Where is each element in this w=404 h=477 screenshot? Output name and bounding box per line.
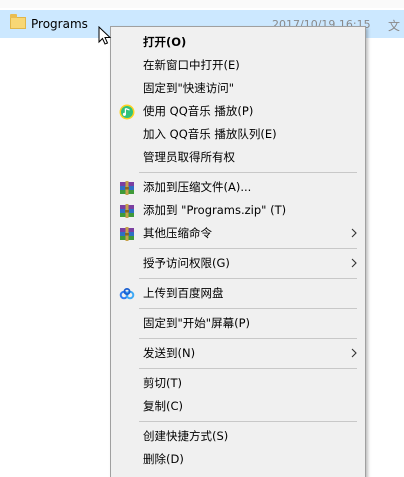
chevron-right-icon	[351, 258, 357, 268]
context-menu: 打开(O) 在新窗口中打开(E) 固定到"快速访问" 使用 QQ音乐 播放(P)…	[110, 26, 366, 477]
winrar-icon	[120, 227, 134, 241]
menu-item-take-ownership[interactable]: 管理员取得所有权	[111, 146, 365, 169]
menu-item-cut[interactable]: 剪切(T)	[111, 372, 365, 395]
menu-separator	[139, 248, 357, 249]
menu-item-label: 发送到(N)	[143, 346, 196, 360]
menu-separator	[139, 368, 357, 369]
menu-separator	[139, 278, 357, 279]
chevron-right-icon	[351, 348, 357, 358]
screen: Programs 2017/10/19 16:15 文 打开(O) 在新窗口中打…	[0, 0, 404, 477]
menu-item-open-new-window[interactable]: 在新窗口中打开(E)	[111, 54, 365, 77]
menu-item-copy[interactable]: 复制(C)	[111, 395, 365, 418]
file-type: 文	[388, 19, 401, 33]
menu-item-pin-start[interactable]: 固定到"开始"屏幕(P)	[111, 312, 365, 335]
menu-item-add-zip[interactable]: 添加到 "Programs.zip" (T)	[111, 199, 365, 222]
menu-item-add-archive[interactable]: 添加到压缩文件(A)...	[111, 176, 365, 199]
winrar-icon	[120, 204, 134, 218]
winrar-icon	[120, 181, 134, 195]
folder-icon	[10, 14, 26, 29]
menu-item-grant-access[interactable]: 授予访问权限(G)	[111, 252, 365, 275]
menu-separator	[139, 172, 357, 173]
chevron-right-icon	[351, 228, 357, 238]
menu-item-label: 添加到压缩文件(A)...	[143, 180, 252, 194]
qq-music-icon	[119, 104, 135, 120]
menu-item-label: 其他压缩命令	[143, 226, 212, 240]
menu-item-create-shortcut[interactable]: 创建快捷方式(S)	[111, 425, 365, 448]
menu-separator	[139, 338, 357, 339]
menu-separator	[139, 421, 357, 422]
menu-item-label: 使用 QQ音乐 播放(P)	[143, 104, 254, 118]
menu-item-delete[interactable]: 删除(D)	[111, 448, 365, 471]
menu-item-pin-quick-access[interactable]: 固定到"快速访问"	[111, 77, 365, 100]
file-list-background	[366, 38, 404, 477]
menu-separator	[139, 308, 357, 309]
menu-item-send-to[interactable]: 发送到(N)	[111, 342, 365, 365]
menu-item-qq-play[interactable]: 使用 QQ音乐 播放(P)	[111, 100, 365, 123]
mouse-cursor-icon	[98, 26, 112, 45]
menu-item-upload-baidu[interactable]: 上传到百度网盘	[111, 282, 365, 305]
menu-item-other-compress[interactable]: 其他压缩命令	[111, 222, 365, 245]
menu-item-qq-queue[interactable]: 加入 QQ音乐 播放队列(E)	[111, 123, 365, 146]
file-name: Programs	[31, 17, 88, 31]
menu-item-open[interactable]: 打开(O)	[111, 31, 365, 54]
menu-item-label: 授予访问权限(G)	[143, 256, 230, 270]
menu-item-label: 添加到 "Programs.zip" (T)	[143, 203, 287, 217]
column-header-strip	[0, 0, 404, 8]
baidu-netdisk-icon	[119, 288, 135, 300]
menu-item-label: 上传到百度网盘	[143, 286, 224, 300]
